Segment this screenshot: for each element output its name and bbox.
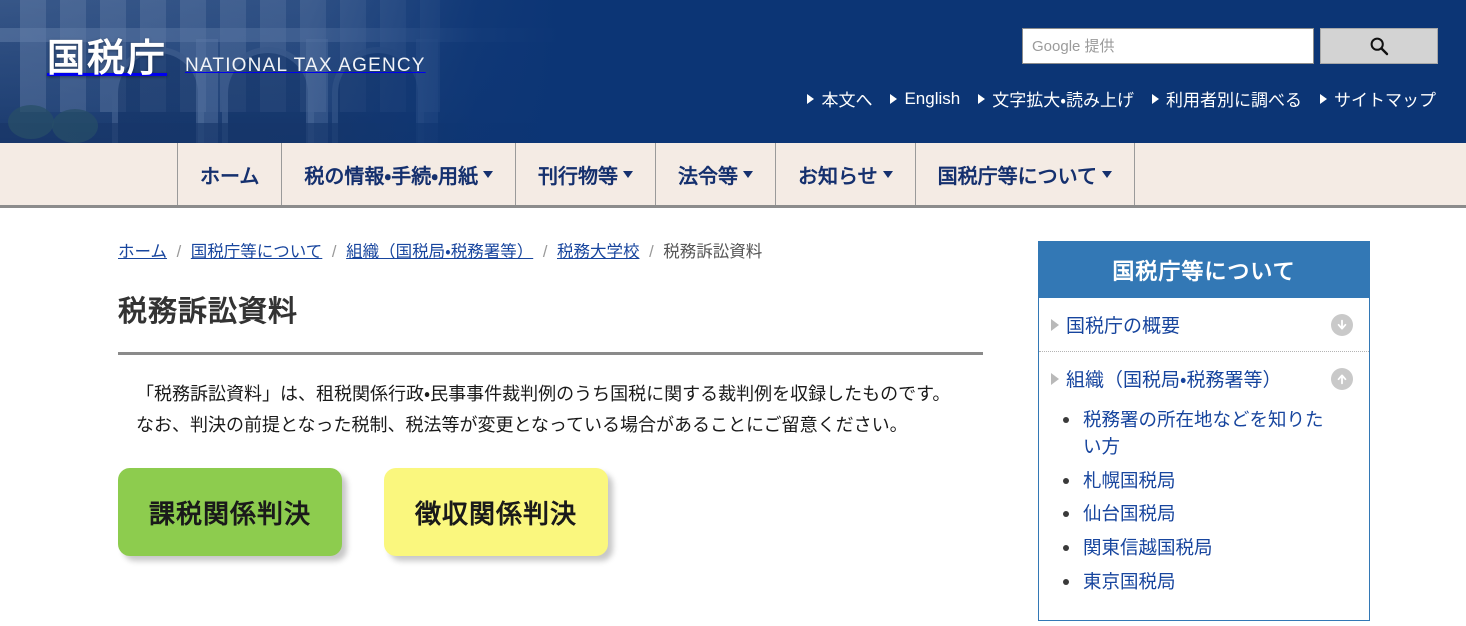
- triangle-right-icon: [978, 93, 986, 104]
- sidebar-subitem-tokyo[interactable]: 東京国税局: [1061, 569, 1331, 596]
- main-navigation: ホーム 税の情報・手続・用紙 刊行物等 法令等 お知らせ 国税庁等について: [0, 143, 1466, 208]
- main-content: ホーム / 国税庁等について / 組織（国税局・税務署等） / 税務大学校 / …: [118, 241, 1018, 621]
- utility-link-label: English: [904, 88, 961, 108]
- chevron-down-icon: [743, 170, 754, 178]
- nav-item-label: ホーム: [200, 165, 260, 188]
- chevron-down-icon: [623, 170, 634, 178]
- sidebar-section-label[interactable]: 国税庁の概要: [1066, 311, 1331, 338]
- utility-link-label: 本文へ: [821, 91, 873, 110]
- search-area: [1022, 28, 1438, 64]
- nav-item-home[interactable]: ホーム: [177, 143, 281, 205]
- sidebar: 国税庁等について 国税庁の概要 組織（国税局・税務署等） 税務署の所在地などを知…: [1038, 241, 1370, 621]
- action-button-row: 課税関係判決 徴収関係判決: [118, 468, 1018, 556]
- triangle-right-icon: [1152, 93, 1159, 104]
- sidebar-subitem-sendai[interactable]: 仙台国税局: [1061, 501, 1331, 528]
- logo-english-text: NATIONAL TAX AGENCY: [185, 55, 426, 76]
- breadcrumb-item-organization[interactable]: 組織（国税局・税務署等）: [346, 243, 533, 261]
- breadcrumb-item-home[interactable]: ホーム: [118, 243, 167, 261]
- title-divider: [118, 352, 983, 356]
- page-body: ホーム / 国税庁等について / 組織（国税局・税務署等） / 税務大学校 / …: [0, 208, 1466, 621]
- triangle-right-icon: [890, 93, 898, 104]
- triangle-right-icon: [1051, 372, 1059, 385]
- nav-item-label: 法令等: [678, 165, 739, 188]
- breadcrumb: ホーム / 国税庁等について / 組織（国税局・税務署等） / 税務大学校 / …: [118, 241, 1018, 264]
- utility-link-label: 利用者別に調べる: [1166, 91, 1302, 110]
- breadcrumb-item-tax-college[interactable]: 税務大学校: [557, 243, 640, 261]
- utility-link-search-by-user-type[interactable]: 利用者別に調べる: [1152, 86, 1302, 111]
- nav-item-label: 税の情報・手続・用紙: [304, 165, 479, 188]
- nav-item-tax-information[interactable]: 税の情報・手続・用紙: [281, 143, 515, 205]
- breadcrumb-separator: /: [331, 243, 337, 261]
- sidebar-subitem-sapporo[interactable]: 札幌国税局: [1061, 468, 1331, 495]
- site-logo[interactable]: 国税庁 NATIONAL TAX AGENCY: [47, 40, 426, 78]
- nav-item-notices[interactable]: お知らせ: [775, 143, 915, 205]
- breadcrumb-separator: /: [176, 243, 182, 261]
- intro-paragraph-1: 「税務訴訟資料」は、租税関係行政・民事事件裁判例のうち国税に関する裁判例を収録し…: [136, 384, 951, 405]
- intro-text: 「税務訴訟資料」は、租税関係行政・民事事件裁判例のうち国税に関する裁判例を収録し…: [118, 379, 980, 441]
- chevron-down-icon: [1102, 170, 1113, 178]
- sidebar-sublist: 税務署の所在地などを知りたい方 札幌国税局 仙台国税局 関東信越国税局 東京国税…: [1061, 405, 1369, 596]
- search-input[interactable]: [1022, 28, 1314, 64]
- nav-item-label: 刊行物等: [538, 165, 619, 188]
- collection-judgments-button[interactable]: 徴収関係判決: [384, 468, 608, 556]
- sidebar-section-label[interactable]: 組織（国税局・税務署等）: [1066, 365, 1331, 392]
- utility-link-label: 文字拡大・読み上げ: [992, 91, 1134, 110]
- nav-item-label: お知らせ: [798, 165, 878, 188]
- taxation-judgments-button[interactable]: 課税関係判決: [118, 468, 342, 556]
- arrow-up-circle-icon[interactable]: [1331, 367, 1353, 390]
- nav-item-publications[interactable]: 刊行物等: [515, 143, 655, 205]
- nav-item-about-nta[interactable]: 国税庁等について: [914, 143, 1136, 205]
- page-title: 税務訴訟資料: [118, 296, 299, 329]
- utility-nav: 本文へ English 文字拡大・読み上げ 利用者別に調べる サイトマップ: [807, 86, 1436, 111]
- utility-link-text-size-readaloud[interactable]: 文字拡大・読み上げ: [978, 86, 1134, 111]
- utility-link-skip-to-content[interactable]: 本文へ: [807, 86, 872, 111]
- sidebar-section-organization[interactable]: 組織（国税局・税務署等）: [1039, 351, 1369, 405]
- triangle-right-icon: [1051, 318, 1059, 331]
- arrow-down-circle-icon[interactable]: [1331, 313, 1353, 336]
- chevron-down-icon: [483, 170, 494, 178]
- utility-link-sitemap[interactable]: サイトマップ: [1320, 86, 1436, 111]
- triangle-right-icon: [1320, 93, 1327, 104]
- chevron-down-icon: [882, 170, 893, 178]
- search-button[interactable]: [1320, 28, 1438, 64]
- breadcrumb-item-current: 税務訴訟資料: [663, 243, 763, 261]
- nav-item-label: 国税庁等について: [937, 165, 1098, 188]
- search-icon: [1369, 36, 1389, 56]
- logo-japanese-text: 国税庁: [47, 38, 168, 80]
- intro-paragraph-2: なお、判決の前提となった税制、税法等が変更となっている場合があることにご留意くだ…: [136, 415, 908, 436]
- utility-link-label: サイトマップ: [1334, 91, 1436, 110]
- nav-item-laws[interactable]: 法令等: [655, 143, 775, 205]
- breadcrumb-separator: /: [542, 243, 548, 261]
- sidebar-subitem-kanto-shinetsu[interactable]: 関東信越国税局: [1061, 535, 1331, 562]
- sidebar-subitem-tax-office-locations[interactable]: 税務署の所在地などを知りたい方: [1061, 407, 1331, 461]
- site-header: 国税庁 NATIONAL TAX AGENCY 本文へ English 文字拡大…: [0, 0, 1466, 143]
- utility-link-english[interactable]: English: [890, 89, 960, 109]
- breadcrumb-item-about-nta[interactable]: 国税庁等について: [191, 243, 323, 261]
- sidebar-section-nta-overview[interactable]: 国税庁の概要: [1039, 298, 1369, 351]
- sidebar-title: 国税庁等について: [1039, 242, 1369, 298]
- breadcrumb-separator: /: [649, 243, 654, 261]
- triangle-right-icon: [807, 93, 815, 104]
